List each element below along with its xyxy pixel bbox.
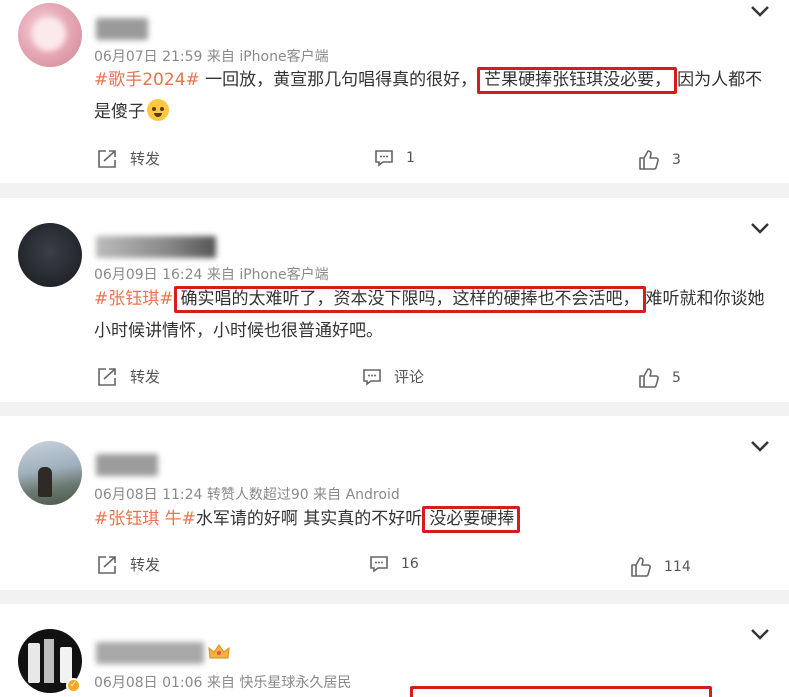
comment-card-1: 06月07日 21:59 来自 iPhone客户端 #歌手2024# 一回放，黄… (0, 0, 789, 183)
highlighted-text: 没必要硬捧 (422, 506, 521, 533)
repost-icon (98, 367, 116, 386)
repost-button[interactable]: 转发 (96, 148, 160, 169)
comment-count: 16 (401, 556, 419, 572)
repost-label: 转发 (130, 556, 161, 574)
username-blurred[interactable] (96, 18, 148, 40)
like-button[interactable]: 5 (638, 367, 681, 389)
comment-text: #张钰琪 牛#水军请的好啊 其实真的不好听 没必要硬捧 (94, 503, 771, 535)
comment-card-4: ✓ 06月08日 01:06 来自 快乐星球永久居民 (0, 604, 789, 697)
chevron-down-icon[interactable] (749, 220, 771, 236)
crown-badge-icon (208, 644, 230, 660)
comment-text: #歌手2024# 一回放，黄宣那几句唱得真的很好， 芒果硬捧张钰琪没必要， 因为人都… (94, 64, 771, 128)
avatar[interactable] (18, 3, 82, 67)
repost-label: 转发 (130, 150, 161, 168)
comment-text-part: 一回放，黄宣那几句唱得真的很好， (199, 70, 478, 90)
chevron-down-icon[interactable] (749, 3, 771, 19)
highlighted-text: 确实唱的太难听了，资本没下限吗，这样的硬捧也不会活吧， (173, 286, 646, 313)
comment-count: 1 (406, 150, 415, 166)
comment-text: #张钰琪# 确实唱的太难听了，资本没下限吗，这样的硬捧也不会活吧， 难听就和你谈她小… (94, 283, 771, 347)
comment-meta: 06月07日 21:59 来自 iPhone客户端 (94, 49, 329, 65)
comment-text-part: 水军请的好啊 其实真的不好听 (195, 509, 423, 529)
repost-icon (98, 149, 116, 168)
username-blurred[interactable] (96, 642, 204, 664)
like-button[interactable]: 114 (630, 556, 691, 578)
repost-button[interactable]: 转发 (96, 554, 160, 575)
comment-button[interactable]: 评论 (362, 366, 424, 387)
highlight-box-partial (410, 686, 712, 697)
comment-icon (363, 368, 381, 386)
like-count: 3 (672, 152, 681, 168)
hashtag-link[interactable]: #歌手2024# (94, 70, 200, 90)
highlighted-text: 芒果硬捧张钰琪没必要， (477, 67, 678, 94)
comment-meta: 06月08日 11:24 转赞人数超过90 来自 Android (94, 487, 400, 503)
like-count: 5 (672, 370, 681, 386)
comment-label: 评论 (394, 368, 425, 386)
like-count: 114 (664, 559, 691, 575)
repost-icon (98, 555, 116, 574)
repost-button[interactable]: 转发 (96, 366, 160, 387)
comment-icon (375, 150, 393, 167)
comment-meta: 06月08日 01:06 来自 快乐星球永久居民 (94, 675, 352, 691)
chevron-down-icon[interactable] (749, 438, 771, 454)
like-icon (639, 368, 659, 388)
hashtag-link[interactable]: #张钰琪# (94, 289, 174, 309)
avatar[interactable] (18, 441, 82, 505)
like-button[interactable]: 3 (638, 149, 681, 171)
cry-emoji-icon (147, 99, 169, 121)
comment-button[interactable]: 16 (369, 555, 419, 573)
verified-badge-icon: ✓ (66, 678, 81, 693)
hashtag-link[interactable]: #张钰琪 牛# (94, 509, 196, 529)
like-icon (631, 557, 651, 577)
username-blurred[interactable] (96, 454, 158, 476)
comment-icon (370, 556, 388, 573)
avatar[interactable] (18, 223, 82, 287)
username-blurred[interactable] (96, 236, 216, 258)
like-icon (639, 150, 659, 170)
comment-button[interactable]: 1 (374, 149, 415, 167)
comment-card-3: 06月08日 11:24 转赞人数超过90 来自 Android #张钰琪 牛#… (0, 416, 789, 590)
comment-card-2: 06月09日 16:24 来自 iPhone客户端 #张钰琪# 确实唱的太难听了，… (0, 198, 789, 402)
chevron-down-icon[interactable] (749, 626, 771, 642)
comment-meta: 06月09日 16:24 来自 iPhone客户端 (94, 267, 329, 283)
repost-label: 转发 (130, 368, 161, 386)
